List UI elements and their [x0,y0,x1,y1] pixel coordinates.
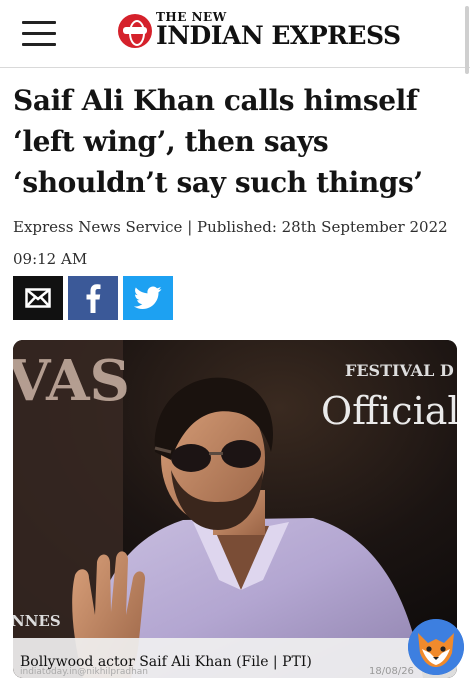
fox-avatar-icon[interactable] [408,619,464,675]
backdrop-text-bottom-left: NNES [13,612,61,630]
menu-icon[interactable] [22,20,56,48]
scrollbar[interactable] [465,6,469,74]
backdrop-text-left: VAS [13,348,130,414]
share-twitter-button[interactable] [123,276,173,320]
article-meta: Express News Service | Published: 28th S… [13,211,453,275]
envelope-icon [25,288,51,308]
meta-separator: | [187,218,193,236]
site-logo[interactable]: THE NEW INDIAN EXPRESS [118,10,401,54]
backdrop-text-right: Official [321,389,457,433]
share-facebook-button[interactable] [68,276,118,320]
logo-name: INDIAN EXPRESS [156,21,401,50]
saif-ali-khan-photo: VAS FESTIVAL D Official NNES [13,340,457,678]
photo-datestamp: 18/08/26 [369,666,414,677]
share-email-button[interactable] [13,276,63,320]
article-headline: Saif Ali Khan calls himself ‘left wing’,… [13,84,423,199]
byline[interactable]: Express News Service [13,218,182,236]
facebook-icon [86,284,101,313]
twitter-icon [134,286,162,309]
site-header: THE NEW INDIAN EXPRESS [0,0,470,74]
logo-emblem-icon [118,14,152,48]
article-photo[interactable]: VAS FESTIVAL D Official NNES Bollywood a… [13,340,457,678]
photo-watermark: indiatoday.in@nikhilpradhan [20,667,148,677]
backdrop-text-right-top: FESTIVAL D [345,361,454,380]
